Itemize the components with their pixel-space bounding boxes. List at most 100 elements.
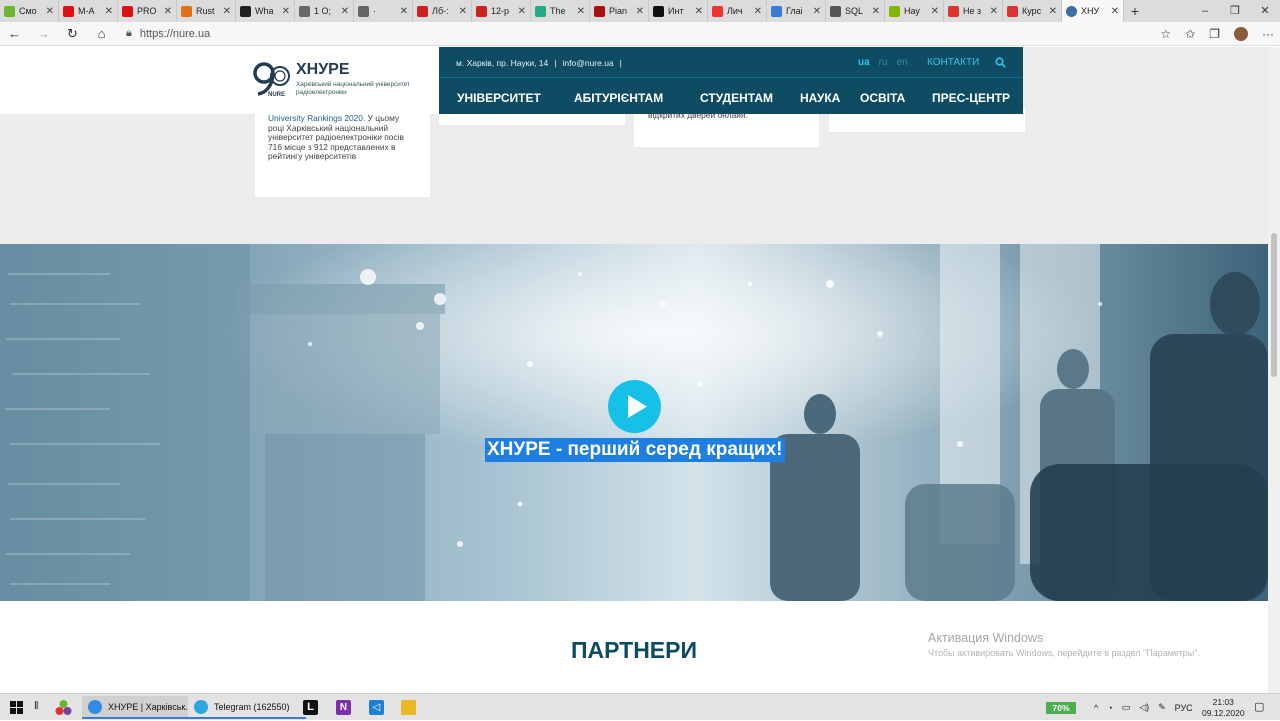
tab-close-icon[interactable]: ✕	[813, 6, 821, 17]
browser-tab[interactable]: Курс ✕	[1003, 0, 1062, 22]
favorite-star-icon[interactable]: ☆	[1160, 27, 1171, 41]
web-page: University Rankings 2020. У цьому році Х…	[0, 47, 1268, 693]
back-button[interactable]: ←	[0, 26, 29, 41]
browser-tab[interactable]: Wha ✕	[236, 0, 295, 22]
tab-favicon-icon	[653, 5, 664, 17]
logo-area[interactable]: NURE ХНУРЕ Харківський національний унів…	[0, 47, 439, 114]
maximize-button[interactable]: ❐	[1220, 0, 1250, 22]
tab-close-icon[interactable]: ✕	[754, 6, 762, 17]
lang-ru[interactable]: ru	[879, 57, 888, 68]
news-card-link[interactable]: University Rankings 2020.	[268, 113, 365, 123]
edge-icon	[88, 699, 102, 714]
collections-icon[interactable]: ❐	[1209, 27, 1220, 41]
tab-close-icon[interactable]: ✕	[341, 6, 349, 17]
tab-close-icon[interactable]: ✕	[577, 6, 585, 17]
browser-tab[interactable]: Лб-: ✕	[413, 0, 472, 22]
news-card-rankings[interactable]: University Rankings 2020. У цьому році Х…	[255, 107, 430, 197]
pen-icon[interactable]: ✎	[1158, 702, 1166, 713]
nav-education[interactable]: ОСВІТА	[860, 91, 905, 105]
vscode-icon[interactable]: ◁	[369, 700, 384, 715]
tab-close-icon[interactable]: ✕	[282, 6, 290, 17]
tab-close-icon[interactable]: ✕	[164, 6, 172, 17]
tab-favicon-icon	[1066, 5, 1077, 17]
browser-tab[interactable]: Нау ✕	[885, 0, 944, 22]
volume-icon[interactable]: ◁)	[1139, 702, 1149, 713]
browser-tab[interactable]: 12-р ✕	[472, 0, 531, 22]
url-field[interactable]: 🔒︎ https://nure.ua	[126, 27, 210, 40]
new-tab-button[interactable]: +	[1124, 3, 1146, 19]
tab-close-icon[interactable]: ✕	[459, 6, 467, 17]
battery-indicator[interactable]: 70%	[1046, 702, 1076, 714]
hero-video-banner[interactable]: ХНУРЕ - перший серед кращих!	[0, 244, 1268, 601]
tab-close-icon[interactable]: ✕	[872, 6, 880, 17]
tab-label: PRO	[137, 6, 157, 16]
email-link[interactable]: info@nure.ua	[562, 58, 613, 68]
browser-tab-active[interactable]: ХНУ ✕	[1062, 0, 1124, 22]
task-view-icon[interactable]: ‖	[34, 700, 39, 712]
onenote-icon[interactable]: N	[336, 700, 351, 715]
browser-tab[interactable]: M-А ✕	[59, 0, 118, 22]
tab-favicon-icon	[535, 5, 546, 17]
lang-ua[interactable]: ua	[858, 57, 870, 68]
tray-expand-icon[interactable]: ^	[1094, 703, 1098, 713]
search-icon[interactable]	[995, 57, 1006, 68]
browser-tab[interactable]: Смо ✕	[0, 0, 59, 22]
lang-en[interactable]: en	[897, 57, 908, 68]
tab-close-icon[interactable]: ✕	[46, 6, 54, 17]
nav-applicants[interactable]: АБІТУРІЄНТАМ	[574, 91, 663, 105]
taskbar-app-telegram[interactable]: Telegram (162550)	[188, 696, 306, 719]
close-window-button[interactable]: ✕	[1250, 0, 1280, 22]
tab-favicon-icon	[417, 5, 428, 17]
tab-close-icon[interactable]: ✕	[223, 6, 231, 17]
browser-tab[interactable]: Pian ✕	[590, 0, 649, 22]
contacts-link[interactable]: КОНТАКТИ	[927, 57, 979, 68]
browser-tab[interactable]: · ✕	[354, 0, 413, 22]
minimize-button[interactable]: –	[1190, 0, 1220, 22]
windows-activation-title: Активация Windows	[928, 631, 1044, 645]
browser-tab[interactable]: Глаі ✕	[767, 0, 826, 22]
nav-science[interactable]: НАУКА	[800, 91, 840, 105]
profile-avatar[interactable]	[1234, 27, 1248, 41]
tab-favicon-icon	[299, 5, 310, 17]
tab-favicon-icon	[240, 5, 251, 17]
favorites-icon[interactable]: ✩	[1185, 27, 1195, 41]
tab-label: Wha	[255, 6, 274, 16]
taskbar-clock[interactable]: 21:03 09.12.2020	[1202, 697, 1245, 719]
refresh-button[interactable]: ↻	[58, 26, 87, 42]
browser-tab[interactable]: SQL ✕	[826, 0, 885, 22]
display-icon[interactable]: ▭	[1122, 702, 1131, 713]
tab-close-icon[interactable]: ✕	[931, 6, 939, 17]
notifications-icon[interactable]: ▢	[1254, 700, 1264, 713]
nav-press-center[interactable]: ПРЕС-ЦЕНТР	[932, 91, 1010, 105]
page-scrollbar[interactable]	[1268, 47, 1280, 693]
tab-close-icon[interactable]: ✕	[1111, 6, 1119, 17]
browser-tab[interactable]: 1 О; ✕	[295, 0, 354, 22]
tab-close-icon[interactable]: ✕	[518, 6, 526, 17]
nav-university[interactable]: УНІВЕРСИТЕТ	[457, 91, 541, 105]
tab-close-icon[interactable]: ✕	[636, 6, 644, 17]
tab-close-icon[interactable]: ✕	[1049, 6, 1057, 17]
nav-students[interactable]: СТУДЕНТАМ	[700, 91, 773, 105]
tab-close-icon[interactable]: ✕	[990, 6, 998, 17]
browser-tab[interactable]: Не з ✕	[944, 0, 1003, 22]
video-play-button[interactable]	[608, 380, 661, 433]
more-menu-icon[interactable]: ···	[1262, 27, 1274, 41]
tab-close-icon[interactable]: ✕	[105, 6, 113, 17]
home-button[interactable]: ⌂	[87, 26, 116, 41]
windows-start-icon[interactable]	[10, 701, 23, 714]
app-cluster-icon[interactable]	[55, 699, 72, 716]
tab-close-icon[interactable]: ✕	[695, 6, 703, 17]
browser-tab[interactable]: Rust ✕	[177, 0, 236, 22]
browser-tab[interactable]: Лич ✕	[708, 0, 767, 22]
file-explorer-icon[interactable]	[401, 700, 416, 715]
scrollbar-thumb[interactable]	[1271, 233, 1277, 377]
input-language[interactable]: РУС	[1175, 703, 1193, 713]
tab-close-icon[interactable]: ✕	[400, 6, 408, 17]
forward-button[interactable]: →	[29, 26, 58, 41]
browser-tab[interactable]: Инт ✕	[649, 0, 708, 22]
network-icon[interactable]: ◔	[1107, 703, 1112, 713]
taskbar-app-browser[interactable]: ХНУРЕ | Харківськ...	[82, 696, 200, 719]
browser-tab[interactable]: PRO ✕	[118, 0, 177, 22]
browser-tab[interactable]: The ✕	[531, 0, 590, 22]
app-l-icon[interactable]: L	[303, 700, 318, 715]
